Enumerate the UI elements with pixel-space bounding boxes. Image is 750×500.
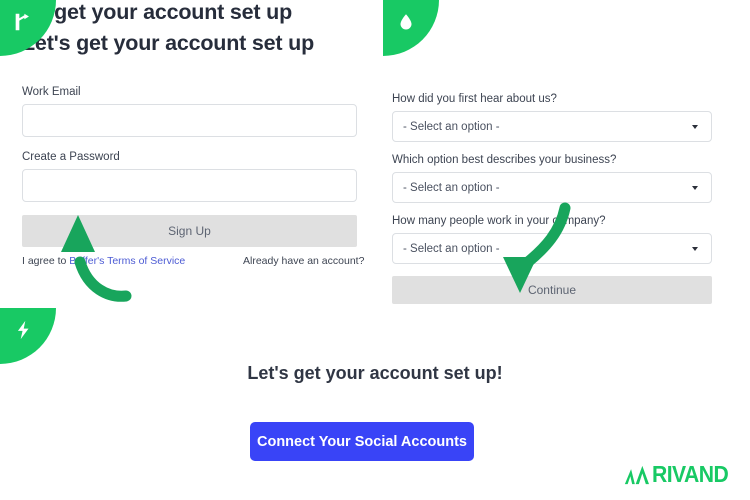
signup-panel: Let's get your account set up Work Email… (0, 0, 368, 318)
terms-agreement: I agree to Buffer's Terms of Service (22, 255, 185, 267)
flag-icon (15, 13, 29, 31)
chevron-mark-icon (624, 465, 649, 484)
terms-of-service-link[interactable]: Buffer's Terms of Service (69, 255, 185, 267)
droplet-icon (400, 14, 412, 30)
question-label-hear-about-us: How did you first hear about us? (392, 93, 557, 105)
already-have-account-link[interactable]: Already have an account? (243, 255, 364, 267)
brand-name: RIVAND (652, 461, 729, 487)
create-password-label: Create a Password (22, 151, 120, 163)
screenshot-canvas: Let's get your account set up Work Email… (0, 0, 750, 500)
bottom-section-heading: Let's get your account set up! (247, 363, 503, 383)
signup-panel-heading: Let's get your account set up (22, 31, 314, 55)
lightning-bolt-icon (17, 320, 29, 340)
question-label-company-size: How many people work in your company? (392, 215, 606, 227)
badge-mid-left (0, 308, 56, 364)
work-email-label: Work Email (22, 86, 81, 98)
chevron-down-icon (692, 185, 698, 190)
question-label-business-type: Which option best describes your busines… (392, 154, 617, 166)
terms-prefix-text: I agree to (22, 255, 70, 267)
select-business-type-value: - Select an option - (403, 181, 500, 194)
continue-button[interactable]: Continue (392, 276, 712, 304)
create-password-input[interactable] (22, 169, 357, 202)
chevron-down-icon (692, 246, 698, 251)
connect-social-accounts-button[interactable]: Connect Your Social Accounts (250, 422, 474, 461)
select-hear-about-us[interactable]: - Select an option - (392, 111, 712, 142)
select-company-size[interactable]: - Select an option - (392, 233, 712, 264)
work-email-input[interactable] (22, 104, 357, 137)
select-hear-about-us-value: - Select an option - (403, 120, 500, 133)
chevron-down-icon (692, 124, 698, 129)
sign-up-button[interactable]: Sign Up (22, 215, 357, 247)
brand-logo: RIVAND (624, 461, 735, 488)
select-company-size-value: - Select an option - (403, 242, 500, 255)
select-business-type[interactable]: - Select an option - (392, 172, 712, 203)
